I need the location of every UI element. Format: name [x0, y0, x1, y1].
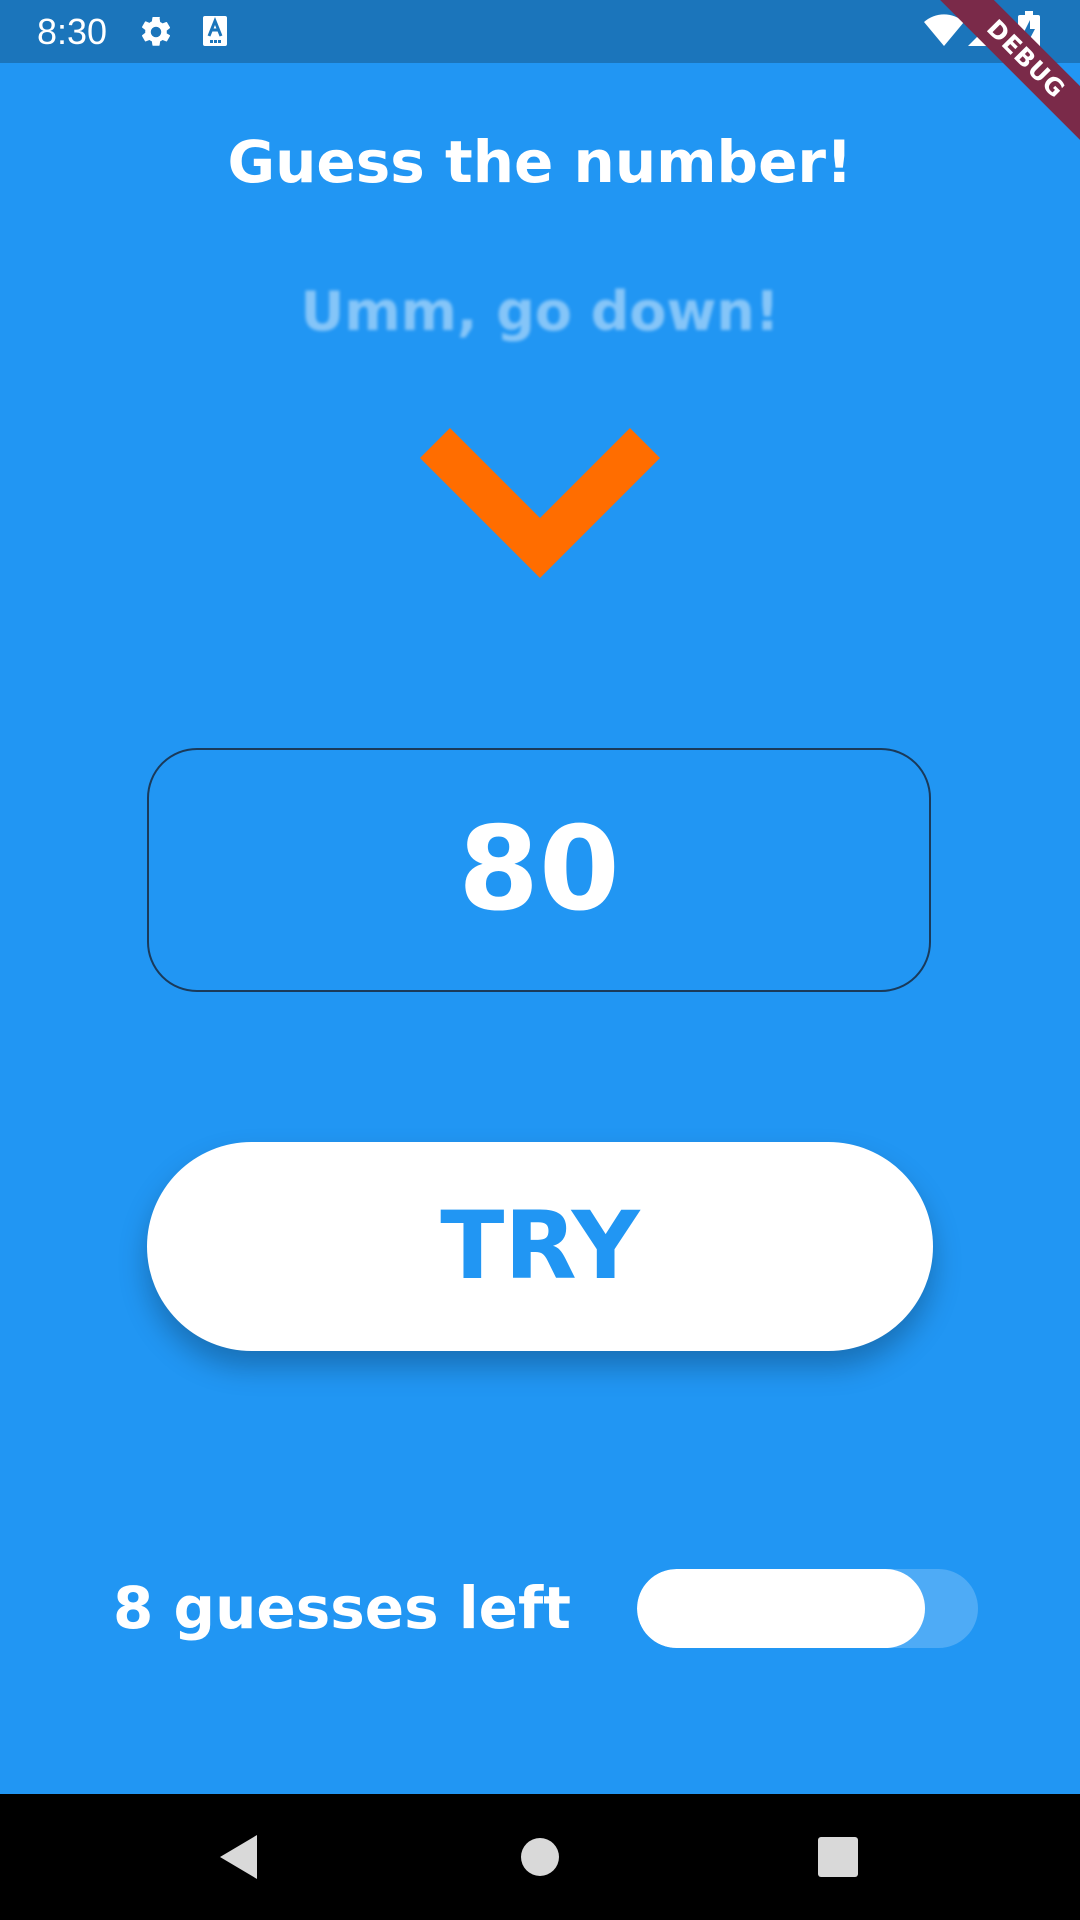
status-time: 8:30	[37, 11, 108, 52]
chevron-down-icon	[420, 428, 660, 588]
navigation-bar	[0, 1794, 1080, 1920]
page-title: Guess the number!	[227, 128, 853, 196]
back-icon[interactable]	[179, 1794, 299, 1920]
guesses-progress-bar	[637, 1569, 978, 1648]
try-button-label: TRY	[440, 1191, 640, 1301]
gear-icon	[138, 14, 174, 54]
recents-icon[interactable]	[778, 1794, 898, 1920]
guesses-progress-fill	[637, 1569, 925, 1648]
try-button[interactable]: TRY	[147, 1142, 933, 1351]
wifi-icon	[924, 14, 964, 52]
status-bar: 8:30	[0, 0, 1080, 63]
hint-text: Umm, go down!	[300, 280, 780, 343]
app-screen: 8:30 DEBUG Guess the number! Umm, go dow…	[0, 0, 1080, 1920]
guess-input[interactable]: 80	[147, 748, 931, 992]
guesses-left-label: 8 guesses left	[113, 1574, 571, 1642]
keyboard-a-icon	[202, 15, 228, 51]
home-icon[interactable]	[480, 1794, 600, 1920]
guess-input-value: 80	[458, 802, 620, 937]
